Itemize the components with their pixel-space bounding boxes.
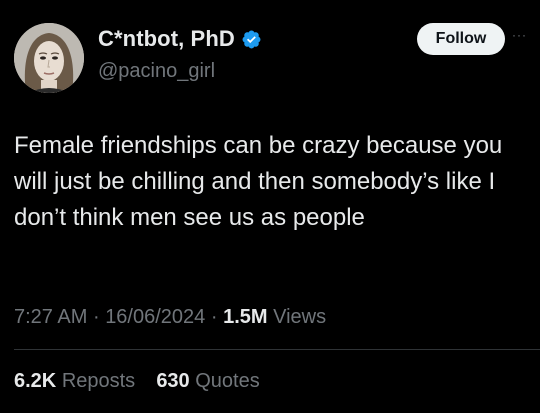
meta-separator: · xyxy=(210,306,218,328)
verified-badge-icon[interactable] xyxy=(241,29,262,50)
reposts-count: 6.2K xyxy=(14,370,57,392)
handle[interactable]: @pacino_girl xyxy=(98,60,215,83)
more-options-icon[interactable]: ··· xyxy=(512,28,536,42)
display-name[interactable]: C*ntbot, PhD xyxy=(98,26,235,52)
avatar[interactable] xyxy=(14,23,84,93)
tweet-time[interactable]: 7:27 AM xyxy=(14,306,87,328)
reposts-label: Reposts xyxy=(61,370,136,392)
engagement-stats: 6.2K Reposts 630 Quotes xyxy=(14,370,260,393)
author-name-row: C*ntbot, PhD xyxy=(98,26,262,52)
profile-photo-icon xyxy=(14,23,84,93)
quotes-label: Quotes xyxy=(195,370,260,392)
views-count: 1.5M xyxy=(223,306,268,328)
quotes-count: 630 xyxy=(156,370,190,392)
divider xyxy=(14,349,540,350)
meta-separator: · xyxy=(92,306,100,328)
tweet-card: C*ntbot, PhD @pacino_girl Follow ··· Fem… xyxy=(0,0,540,413)
reposts-stat[interactable]: 6.2K Reposts xyxy=(14,370,141,392)
tweet-meta: 7:27 AM · 16/06/2024 · 1.5M Views xyxy=(14,306,326,329)
follow-button[interactable]: Follow xyxy=(417,23,505,55)
tweet-text: Female friendships can be crazy because … xyxy=(14,132,503,231)
views-label: Views xyxy=(273,306,327,328)
quotes-stat[interactable]: 630 Quotes xyxy=(156,370,259,392)
tweet-date[interactable]: 16/06/2024 xyxy=(105,306,205,328)
